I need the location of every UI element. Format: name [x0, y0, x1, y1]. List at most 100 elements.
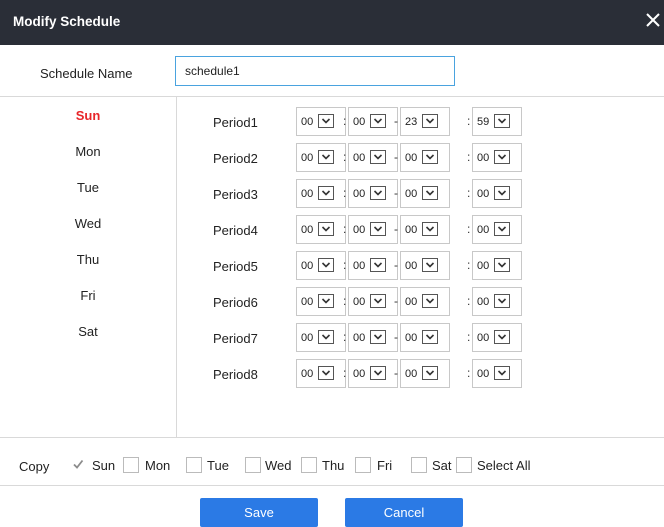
select-value: 00 [405, 152, 418, 164]
end-minute-select[interactable]: 00 [472, 215, 522, 244]
chevron-down-icon[interactable] [494, 150, 510, 164]
start-minute-select[interactable]: 00 [348, 251, 398, 280]
start-minute-select[interactable]: 00 [348, 143, 398, 172]
end-minute-select[interactable]: 00 [472, 179, 522, 208]
range-dash: - [394, 258, 398, 272]
chevron-down-icon[interactable] [370, 366, 386, 380]
select-value: 00 [477, 368, 490, 380]
copy-checkbox-mon[interactable] [123, 457, 139, 473]
end-minute-select[interactable]: 00 [472, 287, 522, 316]
day-item-thu[interactable]: Thu [0, 252, 176, 267]
chevron-down-icon[interactable] [318, 114, 334, 128]
start-hour-select[interactable]: 00 [296, 179, 346, 208]
chevron-down-icon[interactable] [422, 294, 438, 308]
end-hour-select[interactable]: 00 [400, 251, 450, 280]
copy-checkbox-thu[interactable] [301, 457, 317, 473]
end-hour-select[interactable]: 00 [400, 179, 450, 208]
period-row: Period5 00 00 00 00: -: [177, 245, 664, 281]
chevron-down-icon[interactable] [494, 258, 510, 272]
chevron-down-icon[interactable] [318, 222, 334, 236]
select-value: 00 [405, 296, 418, 308]
copy-checkbox-sat[interactable] [411, 457, 427, 473]
chevron-down-icon[interactable] [370, 186, 386, 200]
end-hour-select[interactable]: 00 [400, 143, 450, 172]
end-minute-select[interactable]: 59 [472, 107, 522, 136]
chevron-down-icon[interactable] [370, 258, 386, 272]
chevron-down-icon[interactable] [494, 222, 510, 236]
chevron-down-icon[interactable] [370, 330, 386, 344]
end-hour-select[interactable]: 00 [400, 215, 450, 244]
start-hour-select[interactable]: 00 [296, 251, 346, 280]
start-minute-select[interactable]: 00 [348, 287, 398, 316]
start-hour-select[interactable]: 00 [296, 359, 346, 388]
period-label: Period1 [213, 115, 258, 130]
chevron-down-icon[interactable] [318, 330, 334, 344]
chevron-down-icon[interactable] [422, 150, 438, 164]
chevron-down-icon[interactable] [318, 186, 334, 200]
start-minute-select[interactable]: 00 [348, 359, 398, 388]
chevron-down-icon[interactable] [422, 222, 438, 236]
day-list: Sun Mon Tue Wed Thu Fri Sat [0, 97, 176, 437]
select-value: 00 [405, 332, 418, 344]
start-hour-select[interactable]: 00 [296, 107, 346, 136]
copy-checkbox-sun[interactable] [71, 457, 87, 473]
chevron-down-icon[interactable] [422, 366, 438, 380]
day-item-sun[interactable]: Sun [0, 108, 176, 123]
chevron-down-icon[interactable] [422, 258, 438, 272]
end-hour-select[interactable]: 00 [400, 287, 450, 316]
chevron-down-icon[interactable] [370, 222, 386, 236]
chevron-down-icon[interactable] [370, 114, 386, 128]
range-dash: - [394, 366, 398, 380]
end-hour-select[interactable]: 23 [400, 107, 450, 136]
end-minute-select[interactable]: 00 [472, 359, 522, 388]
chevron-down-icon[interactable] [494, 366, 510, 380]
copy-checkbox-fri[interactable] [355, 457, 371, 473]
end-minute-select[interactable]: 00 [472, 251, 522, 280]
start-hour-select[interactable]: 00 [296, 143, 346, 172]
time-colon: : [467, 222, 471, 236]
start-hour-select[interactable]: 00 [296, 323, 346, 352]
close-icon[interactable] [644, 9, 662, 31]
schedule-name-input[interactable] [175, 56, 455, 86]
copy-checkbox-wed[interactable] [245, 457, 261, 473]
chevron-down-icon[interactable] [318, 150, 334, 164]
chevron-down-icon[interactable] [494, 114, 510, 128]
end-minute-select[interactable]: 00 [472, 143, 522, 172]
day-item-mon[interactable]: Mon [0, 144, 176, 159]
dialog-titlebar: Modify Schedule [0, 0, 664, 45]
day-item-tue[interactable]: Tue [0, 180, 176, 195]
dialog-title: Modify Schedule [13, 14, 121, 29]
chevron-down-icon[interactable] [318, 294, 334, 308]
chevron-down-icon[interactable] [494, 330, 510, 344]
start-minute-select[interactable]: 00 [348, 215, 398, 244]
end-hour-select[interactable]: 00 [400, 323, 450, 352]
period-label: Period2 [213, 151, 258, 166]
start-minute-select[interactable]: 00 [348, 323, 398, 352]
chevron-down-icon[interactable] [318, 366, 334, 380]
save-button[interactable]: Save [200, 498, 318, 527]
day-item-sat[interactable]: Sat [0, 324, 176, 339]
copy-checkbox-tue[interactable] [186, 457, 202, 473]
start-minute-select[interactable]: 00 [348, 107, 398, 136]
select-value: 00 [301, 296, 314, 308]
day-item-wed[interactable]: Wed [0, 216, 176, 231]
chevron-down-icon[interactable] [370, 294, 386, 308]
chevron-down-icon[interactable] [494, 294, 510, 308]
end-minute-select[interactable]: 00 [472, 323, 522, 352]
copy-option-label: Fri [377, 458, 393, 473]
start-hour-select[interactable]: 00 [296, 215, 346, 244]
chevron-down-icon[interactable] [318, 258, 334, 272]
end-hour-select[interactable]: 00 [400, 359, 450, 388]
cancel-button[interactable]: Cancel [345, 498, 463, 527]
time-colon: : [467, 150, 471, 164]
chevron-down-icon[interactable] [494, 186, 510, 200]
day-item-fri[interactable]: Fri [0, 288, 176, 303]
start-minute-select[interactable]: 00 [348, 179, 398, 208]
copy-option-label: Thu [322, 458, 345, 473]
chevron-down-icon[interactable] [370, 150, 386, 164]
chevron-down-icon[interactable] [422, 330, 438, 344]
chevron-down-icon[interactable] [422, 186, 438, 200]
copy-checkbox-select-all[interactable] [456, 457, 472, 473]
start-hour-select[interactable]: 00 [296, 287, 346, 316]
chevron-down-icon[interactable] [422, 114, 438, 128]
